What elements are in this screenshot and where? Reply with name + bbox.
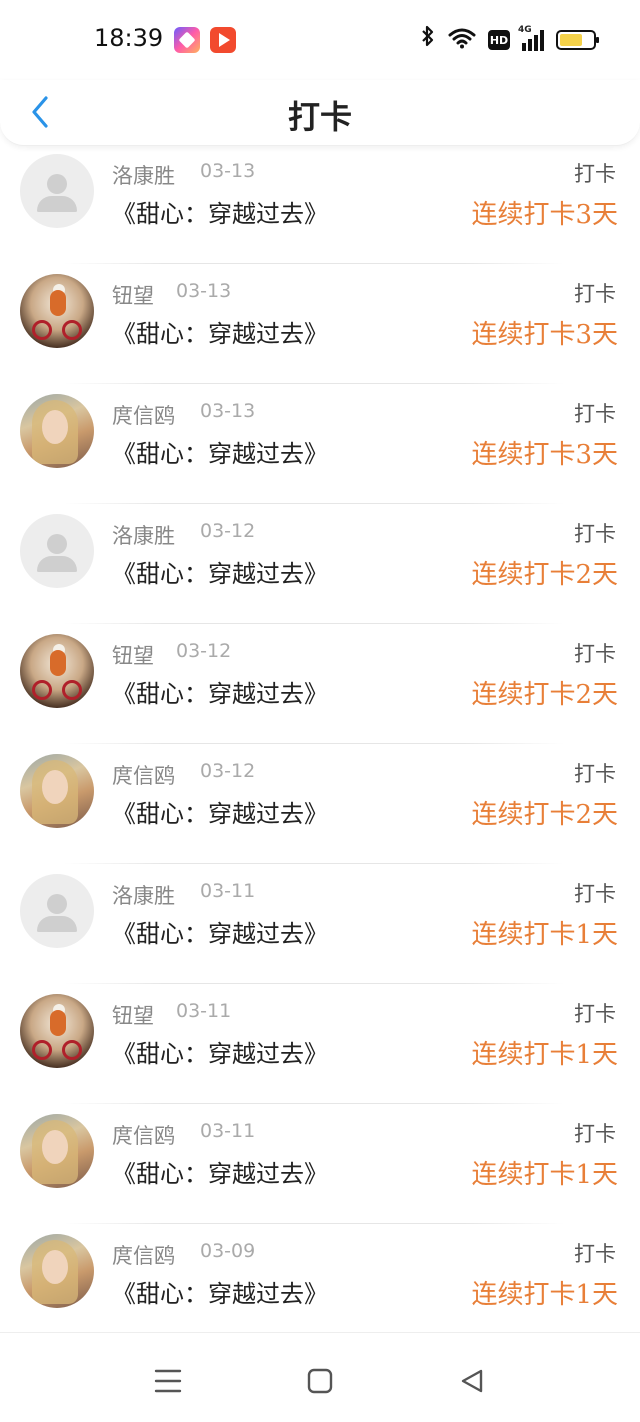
list-item[interactable]: 洛康胜 03-12 《甜心：穿越过去》 打卡连续打卡2天: [0, 504, 640, 624]
book-title: 《甜心：穿越过去》: [112, 680, 328, 708]
page-title: 打卡: [287, 98, 352, 136]
back-nav-button[interactable]: [452, 1361, 492, 1401]
book-title: 《甜心：穿越过去》: [112, 320, 328, 348]
user-name: 钮望: [112, 284, 154, 308]
avatar[interactable]: [20, 154, 94, 228]
battery-icon: [556, 30, 599, 50]
checkin-date: 03-11: [176, 1000, 232, 1022]
user-name: 庹信鸥: [112, 1244, 175, 1268]
avatar[interactable]: [20, 994, 94, 1068]
wifi-icon: [448, 27, 476, 53]
list-item[interactable]: 洛康胜 03-13 《甜心：穿越过去》 打卡连续打卡3天: [0, 146, 640, 264]
user-name: 庹信鸥: [112, 1124, 175, 1148]
checkin-date: 03-09: [200, 1240, 256, 1262]
app-header: 打卡: [0, 80, 640, 146]
checkin-type: 打卡: [574, 1002, 616, 1026]
menu-icon: [154, 1369, 182, 1393]
system-nav-bar: [0, 1332, 640, 1422]
status-time: 18:39: [94, 24, 164, 52]
checkin-type: 打卡: [574, 402, 616, 426]
app-notification-icon: [174, 27, 200, 53]
streak-label: 连续打卡1天: [471, 1160, 618, 1190]
home-button[interactable]: [300, 1361, 340, 1401]
user-name: 洛康胜: [112, 164, 175, 188]
book-title: 《甜心：穿越过去》: [112, 800, 328, 828]
checkin-type: 打卡: [574, 282, 616, 306]
book-title: 《甜心：穿越过去》: [112, 560, 328, 588]
list-item[interactable]: 钮望 03-12 《甜心：穿越过去》 打卡连续打卡2天: [0, 624, 640, 744]
user-name: 洛康胜: [112, 884, 175, 908]
streak-label: 连续打卡2天: [471, 680, 618, 710]
video-app-icon: [210, 27, 236, 53]
streak-label: 连续打卡2天: [471, 800, 618, 830]
checkin-date: 03-11: [200, 880, 256, 902]
user-name: 庹信鸥: [112, 764, 175, 788]
checkin-type: 打卡: [574, 162, 616, 186]
avatar[interactable]: [20, 754, 94, 828]
list-item[interactable]: 庹信鸥 03-09 《甜心：穿越过去》 打卡连续打卡1天: [0, 1224, 640, 1332]
user-name: 洛康胜: [112, 524, 175, 548]
status-bar: 18:39 HD 4G: [0, 0, 640, 80]
user-name: 庹信鸥: [112, 404, 175, 428]
status-indicators: HD 4G: [420, 24, 599, 56]
avatar[interactable]: [20, 274, 94, 348]
bluetooth-icon: [420, 24, 436, 56]
streak-label: 连续打卡1天: [471, 920, 618, 950]
square-icon: [307, 1368, 333, 1394]
triangle-back-icon: [461, 1369, 483, 1393]
list-item[interactable]: 洛康胜 03-11 《甜心：穿越过去》 打卡连续打卡1天: [0, 864, 640, 984]
battery-level: [560, 34, 583, 46]
avatar[interactable]: [20, 514, 94, 588]
avatar[interactable]: [20, 874, 94, 948]
checkin-type: 打卡: [574, 1122, 616, 1146]
streak-label: 连续打卡2天: [471, 560, 618, 590]
hd-badge: HD: [488, 30, 510, 50]
streak-label: 连续打卡1天: [471, 1040, 618, 1070]
user-name: 钮望: [112, 1004, 154, 1028]
checkin-date: 03-12: [200, 760, 256, 782]
checkin-type: 打卡: [574, 522, 616, 546]
cellular-signal-icon: 4G: [518, 25, 544, 51]
avatar[interactable]: [20, 634, 94, 708]
list-item[interactable]: 钮望 03-13 《甜心：穿越过去》 打卡连续打卡3天: [0, 264, 640, 384]
checkin-type: 打卡: [574, 1242, 616, 1266]
streak-label: 连续打卡3天: [471, 320, 618, 350]
avatar[interactable]: [20, 394, 94, 468]
checkin-list[interactable]: 洛康胜 03-13 《甜心：穿越过去》 打卡 连续打卡3天 钮望 03-13 《甜心：穿越过去…: [0, 146, 640, 1332]
checkin-date: 03-13: [200, 400, 256, 422]
streak-label: 连续打卡3天: [471, 440, 618, 470]
list-item[interactable]: 钮望 03-11 《甜心：穿越过去》 打卡连续打卡1天: [0, 984, 640, 1104]
list-item[interactable]: 庹信鸥 03-11 《甜心：穿越过去》 打卡连续打卡1天: [0, 1104, 640, 1224]
checkin-date: 03-11: [200, 1120, 256, 1142]
checkin-date: 03-12: [176, 640, 232, 662]
avatar[interactable]: [20, 1234, 94, 1308]
book-title: 《甜心：穿越过去》: [112, 1160, 328, 1188]
recent-apps-button[interactable]: [148, 1361, 188, 1401]
list-item[interactable]: 庹信鸥 03-13 《甜心：穿越过去》 打卡连续打卡3天: [0, 384, 640, 504]
checkin-date: 03-13: [200, 160, 256, 182]
book-title: 《甜心：穿越过去》: [112, 440, 328, 468]
streak-label: 连续打卡1天: [471, 1280, 618, 1310]
book-title: 《甜心：穿越过去》: [112, 200, 328, 228]
checkin-type: 打卡: [574, 882, 616, 906]
network-type-label: 4G: [518, 25, 532, 35]
streak-label: 连续打卡3天: [471, 200, 618, 230]
book-title: 《甜心：穿越过去》: [112, 1280, 328, 1308]
checkin-date: 03-13: [176, 280, 232, 302]
list-item[interactable]: 庹信鸥 03-12 《甜心：穿越过去》 打卡连续打卡2天: [0, 744, 640, 864]
book-title: 《甜心：穿越过去》: [112, 920, 328, 948]
user-name: 钮望: [112, 644, 154, 668]
checkin-type: 打卡: [574, 762, 616, 786]
avatar[interactable]: [20, 1114, 94, 1188]
checkin-type: 打卡: [574, 642, 616, 666]
checkin-date: 03-12: [200, 520, 256, 542]
book-title: 《甜心：穿越过去》: [112, 1040, 328, 1068]
